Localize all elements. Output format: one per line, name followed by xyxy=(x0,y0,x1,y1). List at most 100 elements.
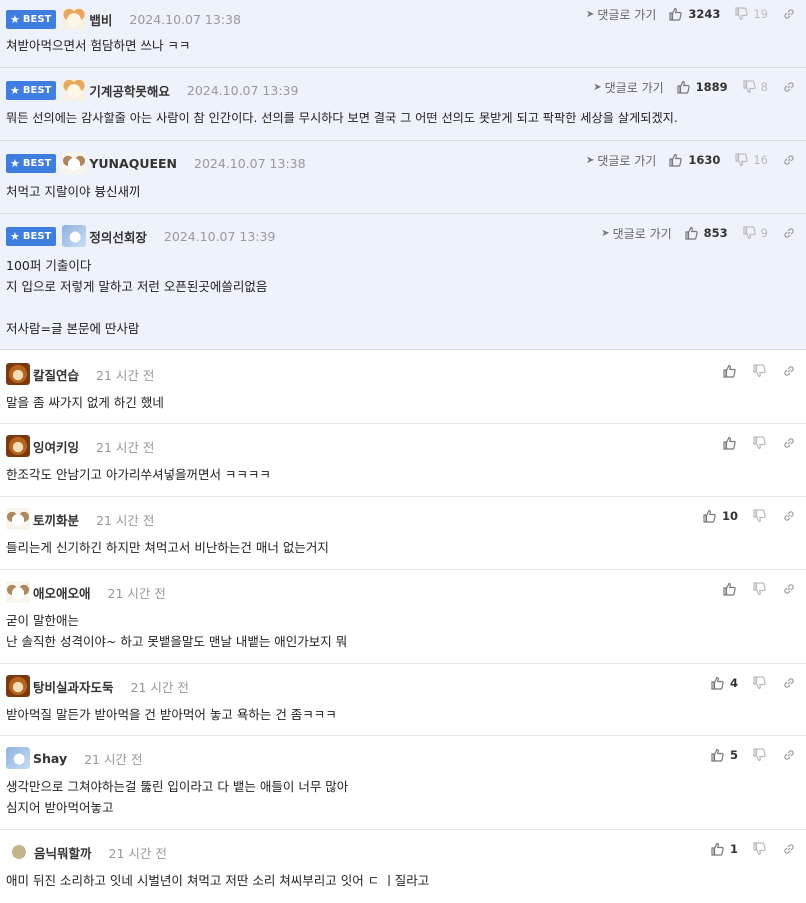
comment-item: 칼질연습 21 시간 전 말을 좀 싸가지 없게 하긴 했네 xyxy=(0,352,806,424)
comment-text: 100퍼 기출이다 지 입으로 저렇게 말하고 저런 오픈된곳에쓸리없음 저사람… xyxy=(6,258,268,336)
thumbs-up-icon[interactable] xyxy=(684,226,698,240)
best-comment: ★ BEST YUNAQUEEN 2024.10.07 13:38 ➤ 댓글로 가기… xyxy=(0,141,806,214)
comment-item: 애오애오애 21 시간 전 굳이 말한애는 난 솔직한 성격이야~ 하고 못뱉을… xyxy=(0,570,806,664)
link-icon[interactable] xyxy=(782,7,796,21)
reply-link[interactable]: ➤ 댓글로 가기 xyxy=(601,225,671,242)
thumbs-up-icon[interactable] xyxy=(702,509,716,523)
thumbs-down-icon[interactable] xyxy=(752,676,766,690)
link-icon[interactable] xyxy=(782,153,796,167)
comment-author[interactable]: 칼질연습 xyxy=(33,365,79,384)
thumbs-up-icon[interactable] xyxy=(722,582,736,596)
like-count: 1 xyxy=(729,842,738,856)
thumbs-down-icon[interactable] xyxy=(752,582,766,596)
like-count: 853 xyxy=(703,226,728,240)
thumbs-up-icon[interactable] xyxy=(668,153,683,167)
lion-avatar[interactable] xyxy=(6,363,30,385)
comment-date: 2024.10.07 13:38 xyxy=(129,11,241,27)
comment-time: 21 시간 전 xyxy=(96,512,155,528)
link-icon[interactable] xyxy=(782,509,796,523)
comment-date: 2024.10.07 13:38 xyxy=(194,155,306,171)
link-icon[interactable] xyxy=(782,582,796,596)
comment-text: 생각만으로 그쳐야하는걸 뚫린 입이라고 다 뱉는 애들이 너무 많아 심지어 … xyxy=(6,779,349,815)
thumbs-down-icon[interactable] xyxy=(752,364,766,378)
comment-item: 탕비실과자도둑 21 시간 전 4 받아먹질 말든가 받아먹을 건 받아먹어 놓… xyxy=(0,664,806,736)
best-badge: ★ BEST xyxy=(6,153,57,173)
thumbs-down-icon[interactable] xyxy=(752,842,766,856)
send-arrow-icon: ➤ xyxy=(585,154,595,166)
thumbs-up-icon[interactable] xyxy=(710,842,724,856)
comment-author[interactable]: 음닉뭐할까 xyxy=(34,843,92,862)
puppy-avatar[interactable] xyxy=(62,152,87,174)
thumbs-up-icon[interactable] xyxy=(722,436,736,450)
circle-avatar[interactable] xyxy=(12,845,26,859)
thumbs-up-icon[interactable] xyxy=(668,7,683,21)
send-arrow-icon: ➤ xyxy=(585,8,595,20)
best-comment: ★ BEST 뱁비 2024.10.07 13:38 ➤ 댓글로 가기 3243 1… xyxy=(0,0,806,68)
comment-time: 21 시간 전 xyxy=(84,751,143,767)
like-count: 3243 xyxy=(688,7,721,21)
reply-link[interactable]: ➤ 댓글로 가기 xyxy=(593,79,663,96)
comment-text: 뭐든 선의에는 감사할줄 아는 사람이 참 인간이다. 선의를 무시하다 보면 … xyxy=(6,111,678,125)
thumbs-down-icon[interactable] xyxy=(734,153,749,167)
blue-avatar[interactable] xyxy=(6,747,30,769)
link-icon[interactable] xyxy=(782,364,796,378)
best-badge: ★ BEST xyxy=(6,9,57,29)
like-count: 4 xyxy=(729,676,738,690)
link-icon[interactable] xyxy=(782,436,796,450)
thumbs-down-icon[interactable] xyxy=(752,436,766,450)
comment-author[interactable]: Shay xyxy=(33,751,67,766)
comment-item: Shay 21 시간 전 5 생각만으로 그쳐야하는걸 뚫린 입이라고 다 뱉는… xyxy=(0,736,806,830)
comment-author[interactable]: 토끼화분 xyxy=(33,510,79,529)
comment-author[interactable]: 탕비실과자도둑 xyxy=(33,677,114,696)
thumbs-up-icon[interactable] xyxy=(722,364,736,378)
comment-author[interactable]: 정의선회장 xyxy=(89,227,147,246)
puppy-avatar[interactable] xyxy=(6,581,30,603)
reply-link[interactable]: ➤ 댓글로 가기 xyxy=(586,6,656,23)
like-count: 1630 xyxy=(688,153,721,167)
comment-date: 2024.10.07 13:39 xyxy=(186,82,299,98)
thumbs-up-icon[interactable] xyxy=(676,80,690,94)
star-icon: ★ xyxy=(10,83,20,97)
link-icon[interactable] xyxy=(782,842,796,856)
best-comment: ★ BEST 기계공학못해요 2024.10.07 13:39 ➤ 댓글로 가기 1… xyxy=(0,68,806,141)
dislike-count: 19 xyxy=(753,7,768,21)
link-icon[interactable] xyxy=(782,748,796,762)
comment-author[interactable]: 기계공학못해요 xyxy=(89,81,170,100)
puppy-avatar[interactable] xyxy=(6,508,30,530)
lion-avatar[interactable] xyxy=(6,435,30,457)
link-icon[interactable] xyxy=(782,226,796,240)
comment-author[interactable]: 잉여키잉 xyxy=(33,437,79,456)
comment-time: 21 시간 전 xyxy=(130,679,189,695)
dog-avatar[interactable] xyxy=(62,79,87,101)
comment-author[interactable]: 애오애오애 xyxy=(33,583,91,602)
comment-item: 토끼화분 21 시간 전 10 들리는게 신기하긴 하지만 쳐먹고서 비난하는건… xyxy=(0,497,806,570)
thumbs-down-icon[interactable] xyxy=(752,748,766,762)
blue-avatar[interactable] xyxy=(62,225,87,247)
comment-date: 2024.10.07 13:39 xyxy=(163,228,276,244)
comment-text: 받아먹질 말든가 받아먹을 건 받아먹어 놓고 욕하는 건 좀ㅋㅋㅋ xyxy=(6,707,337,722)
thumbs-down-icon[interactable] xyxy=(742,80,756,94)
best-comment: ★ BEST 정의선회장 2024.10.07 13:39 ➤ 댓글로 가기 853… xyxy=(0,214,806,350)
send-arrow-icon: ➤ xyxy=(593,81,602,93)
like-count: 10 xyxy=(721,509,738,523)
best-badge: ★ BEST xyxy=(6,226,57,246)
thumbs-down-icon[interactable] xyxy=(734,7,749,21)
lion-avatar[interactable] xyxy=(6,675,30,697)
comment-text: 굳이 말한애는 난 솔직한 성격이야~ 하고 못뱉을말도 맨날 내뱉는 애인가보… xyxy=(6,613,348,649)
comment-author[interactable]: YUNAQUEEN xyxy=(89,156,177,171)
dislike-count: 8 xyxy=(760,80,768,94)
link-icon[interactable] xyxy=(782,80,796,94)
comment-text: 처먹고 지랄이야 븅신새끼 xyxy=(6,184,141,199)
comment-text: 들리는게 신기하긴 하지만 쳐먹고서 비난하는건 매너 없는거지 xyxy=(6,540,329,555)
link-icon[interactable] xyxy=(782,676,796,690)
thumbs-up-icon[interactable] xyxy=(710,676,724,690)
comment-time: 21 시간 전 xyxy=(96,439,155,455)
comment-author[interactable]: 뱁비 xyxy=(89,10,112,29)
reply-link[interactable]: ➤ 댓글로 가기 xyxy=(586,152,656,169)
dog-avatar[interactable] xyxy=(62,8,87,30)
thumbs-down-icon[interactable] xyxy=(742,226,756,240)
thumbs-up-icon[interactable] xyxy=(710,748,724,762)
comment-time: 21 시간 전 xyxy=(96,367,155,383)
like-count: 1889 xyxy=(695,80,728,94)
thumbs-down-icon[interactable] xyxy=(752,509,766,523)
